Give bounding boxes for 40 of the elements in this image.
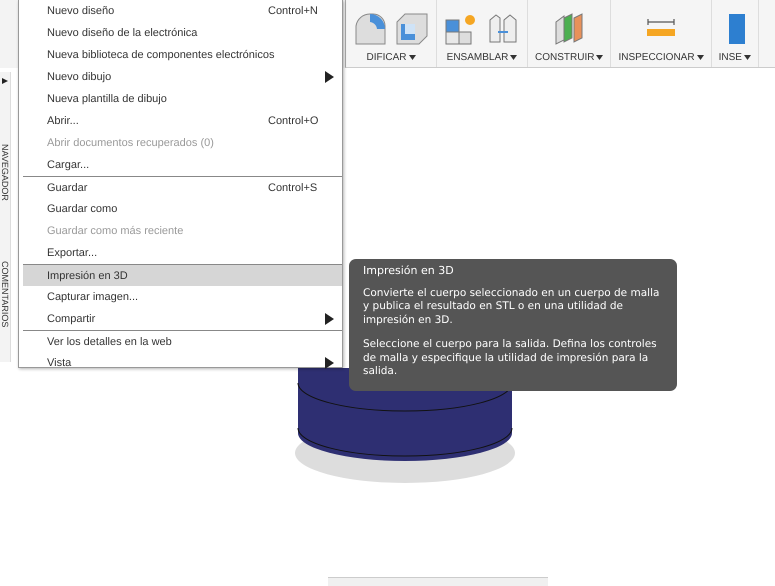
- menu-item[interactable]: Guardar como: [23, 198, 342, 220]
- toolbar-group-button[interactable]: CONSTRUIR: [535, 50, 604, 65]
- fillet-icon[interactable]: [353, 12, 387, 46]
- blocks-icon[interactable]: [444, 12, 478, 46]
- tooltip-text: Convierte el cuerpo seleccionado en un cuerpo de malla y publica el resultado en STL o en una utilidad de impresión en 3D.: [363, 286, 660, 327]
- menu-item[interactable]: Vista: [23, 352, 342, 374]
- shortcut-label: Control+O: [268, 115, 320, 127]
- toolbar-group-button[interactable]: INSE: [718, 50, 751, 65]
- menu-item[interactable]: Compartir: [23, 308, 342, 330]
- submenu-arrow-icon: [325, 313, 334, 325]
- caret-icon: [696, 55, 704, 60]
- menu-item[interactable]: Abrir... Control+O: [23, 110, 342, 132]
- tooltip-text: Seleccione el cuerpo para la salida. Defina los controles de malla y especifique la utilidad de impresión para la salida.: [363, 338, 658, 378]
- side-panel-tab[interactable]: NAVEGADOR: [0, 144, 10, 201]
- menu-item[interactable]: Impresión en 3D: [23, 264, 342, 286]
- menu-item[interactable]: Guardar Control+S: [23, 176, 342, 198]
- toolbar-group-button[interactable]: ENSAMBLAR: [446, 50, 518, 65]
- submenu-arrow-icon: [325, 357, 334, 369]
- menu-item[interactable]: Nueva plantilla de dibujo: [23, 88, 342, 110]
- menu-item[interactable]: Nuevo dibujo: [23, 66, 342, 88]
- tooltip-title: Impresión en 3D: [363, 264, 455, 278]
- collapse-arrow-icon[interactable]: [2, 78, 8, 84]
- menu-item[interactable]: Exportar...: [23, 242, 342, 264]
- menu-item[interactable]: Nuevo diseño Control+N: [23, 0, 342, 22]
- menu-item[interactable]: Nueva biblioteca de componentes electrónicos: [23, 44, 342, 66]
- cube-icon[interactable]: [395, 12, 429, 46]
- menu-item[interactable]: Cargar...: [23, 154, 342, 176]
- menu-item[interactable]: Capturar imagen...: [23, 286, 342, 308]
- shortcut-label: Control+N: [268, 5, 319, 17]
- toolbar-group-button[interactable]: DIFICAR: [366, 50, 416, 65]
- caret-icon: [510, 55, 518, 60]
- toolbar-group-button[interactable]: INSPECCIONAR: [618, 50, 704, 65]
- caret-icon: [596, 55, 604, 60]
- side-panel-tab[interactable]: COMENTARIOS: [0, 260, 10, 328]
- menu-item[interactable]: Ver los detalles en la web: [23, 330, 342, 352]
- shortcut-label: Control+S: [268, 182, 318, 194]
- caret-icon: [744, 55, 751, 60]
- caret-icon: [408, 55, 416, 60]
- submenu-arrow-icon: [325, 71, 334, 83]
- menu-item[interactable]: Nuevo diseño de la electrónica: [23, 22, 342, 44]
